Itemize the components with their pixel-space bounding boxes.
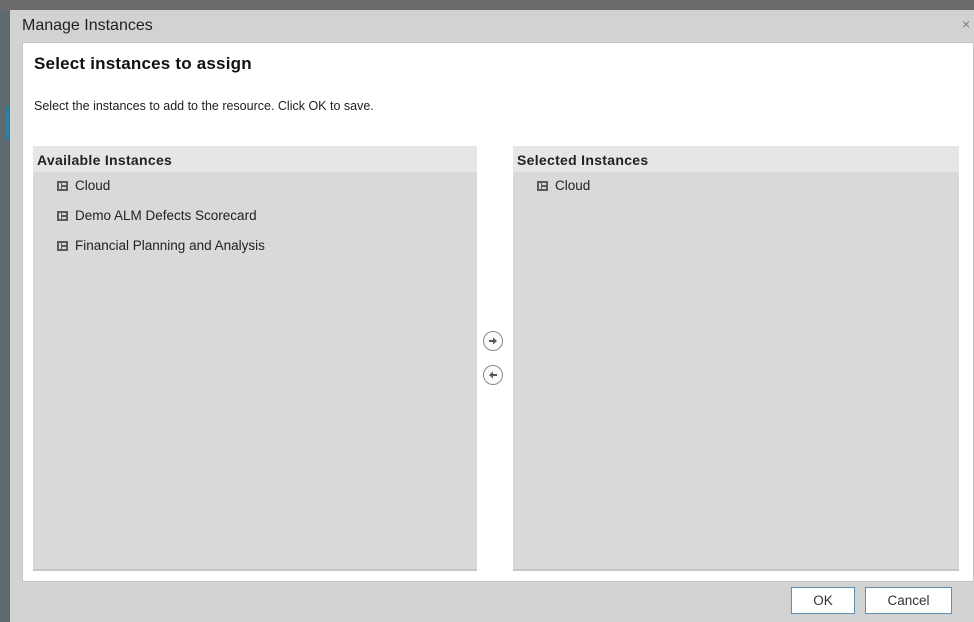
available-item-cloud[interactable]: Cloud (33, 178, 477, 208)
background-strip (0, 0, 974, 10)
available-instances-list: Cloud Demo ALM Defects Scorecard Financi… (33, 172, 477, 268)
close-icon[interactable]: × (962, 16, 974, 32)
available-instances-header: Available Instances (33, 146, 477, 172)
instance-icon (57, 211, 68, 221)
background-accent (6, 106, 9, 140)
ok-button[interactable]: OK (791, 587, 855, 614)
instructions-text: Select the instances to add to the resou… (34, 99, 374, 113)
arrow-left-icon[interactable] (483, 365, 503, 385)
dialog-content: Select instances to assign Select the in… (22, 42, 974, 582)
selected-item-cloud[interactable]: Cloud (513, 178, 959, 208)
cancel-button[interactable]: Cancel (865, 587, 952, 614)
available-instances-panel: Available Instances Cloud Demo ALM Defec… (33, 146, 477, 571)
selected-instances-panel: Selected Instances Cloud (513, 146, 959, 571)
background-left-edge (0, 10, 10, 622)
selected-instances-list: Cloud (513, 172, 959, 208)
item-label: Financial Planning and Analysis (75, 238, 265, 253)
item-label: Demo ALM Defects Scorecard (75, 208, 257, 223)
instance-icon (57, 181, 68, 191)
selected-instances-header: Selected Instances (513, 146, 959, 172)
available-item-financial[interactable]: Financial Planning and Analysis (33, 238, 477, 268)
dialog-title: Manage Instances (22, 17, 153, 34)
available-item-demo-alm[interactable]: Demo ALM Defects Scorecard (33, 208, 477, 238)
move-buttons (483, 331, 507, 391)
manage-instances-dialog: Manage Instances × Select instances to a… (10, 10, 974, 622)
arrow-right-icon[interactable] (483, 331, 503, 351)
item-label: Cloud (555, 178, 591, 193)
dialog-header: Manage Instances × (10, 10, 974, 42)
instance-icon (537, 181, 548, 191)
instance-icon (57, 241, 68, 251)
section-title: Select instances to assign (34, 54, 252, 73)
item-label: Cloud (75, 178, 111, 193)
